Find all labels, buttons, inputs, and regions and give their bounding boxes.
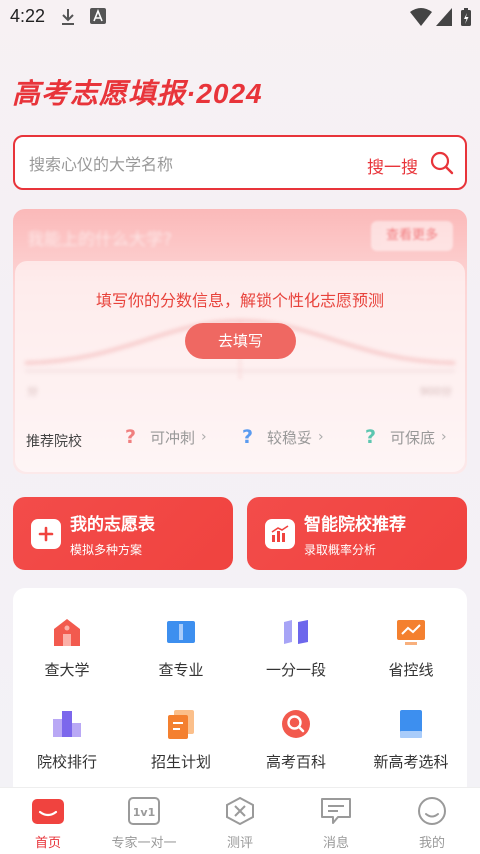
signal-icon	[436, 8, 452, 26]
nav-label: 我的	[418, 836, 445, 851]
book-icon	[167, 621, 195, 643]
nav-label: 测评	[226, 836, 253, 851]
bottom-nav: 首页 1v1 专家一对一 测评 消息 我的	[0, 787, 480, 854]
smart-recommend-button[interactable]: 智能院校推荐 录取概率分析	[247, 497, 467, 570]
grid-item-major[interactable]: 查专业	[131, 615, 231, 680]
grid-label: 院校排行	[36, 753, 97, 771]
plan-document-icon	[168, 710, 194, 739]
grid-label: 一分一段	[265, 661, 326, 679]
nav-home[interactable]: 首页	[0, 796, 96, 851]
chart-right-label: 900分	[420, 385, 452, 398]
status-bar: 4:22	[0, 0, 480, 34]
question-icon: ?	[242, 426, 254, 448]
grid-item-university[interactable]: 查大学	[17, 615, 117, 680]
grid-item-enrollment-plan[interactable]: 招生计划	[131, 707, 231, 772]
prediction-card-header: 我能上的什么大学?	[27, 230, 173, 250]
search-input[interactable]	[29, 153, 329, 175]
grid-label: 新高考选科	[373, 753, 449, 771]
grid-label: 省控线	[388, 661, 434, 679]
expert-1v1-icon: 1v1	[128, 797, 160, 825]
recommend-safe-label: 较稳妥	[267, 428, 313, 447]
chevron-right-icon: ›	[201, 429, 207, 445]
grid-item-control-line[interactable]: 省控线	[361, 615, 461, 680]
recommend-reach-label: 可冲刺	[150, 428, 196, 447]
home-icon	[32, 799, 64, 824]
score-segment-icon	[284, 620, 308, 644]
chart-left-label: 分	[27, 385, 38, 398]
grid-item-ranking[interactable]: 院校排行	[17, 707, 117, 772]
search-button[interactable]: 搜一搜	[367, 153, 418, 178]
nav-expert[interactable]: 1v1 专家一对一	[96, 796, 192, 851]
recommend-row: 推荐院校 ? 可冲刺 › ? 较稳妥 › ? 可保底 ›	[13, 426, 467, 454]
status-time: 4:22	[10, 6, 46, 26]
grid-item-score-segment[interactable]: 一分一段	[246, 615, 346, 680]
go-fill-button[interactable]: 去填写	[185, 323, 296, 359]
subject-select-icon	[400, 710, 422, 738]
nav-profile[interactable]: 我的	[384, 796, 480, 851]
recommend-fallback-label: 可保底	[390, 428, 436, 447]
download-icon	[62, 9, 74, 25]
nav-assessment[interactable]: 测评	[192, 796, 288, 851]
page-title: 高考志愿填报·2024	[12, 78, 263, 109]
bar-chart-icon	[265, 519, 295, 549]
chevron-right-icon: ›	[318, 429, 324, 445]
my-application-subtitle: 模拟多种方案	[70, 543, 143, 557]
recommend-safe[interactable]: ? 较稳妥 ›	[242, 426, 324, 448]
add-file-icon	[31, 519, 61, 549]
grid-item-encyclopedia[interactable]: 高考百科	[246, 707, 346, 772]
ranking-icon	[53, 711, 81, 737]
fill-hint-text: 填写你的分数信息，解锁个性化志愿预测	[95, 291, 384, 310]
grid-label: 招生计划	[150, 753, 211, 771]
app-notification-icon	[90, 8, 106, 24]
prediction-card-more: 查看更多	[371, 221, 453, 251]
grid-label: 高考百科	[265, 753, 326, 771]
university-icon	[54, 619, 80, 646]
question-icon: ?	[125, 426, 137, 448]
grid-label: 查大学	[44, 661, 90, 679]
grid-item-subject-select[interactable]: 新高考选科	[361, 707, 461, 772]
my-application-table-button[interactable]: 我的志愿表 模拟多种方案	[13, 497, 233, 570]
smart-recommend-title: 智能院校推荐	[304, 515, 406, 535]
grid-label: 查专业	[158, 661, 204, 679]
nav-label: 消息	[322, 836, 349, 851]
svg-text:1v1: 1v1	[133, 806, 155, 819]
encyclopedia-search-icon	[282, 710, 310, 738]
recommend-label: 推荐院校	[26, 434, 82, 450]
message-icon	[321, 798, 351, 824]
nav-messages[interactable]: 消息	[288, 796, 384, 851]
my-application-title: 我的志愿表	[70, 515, 155, 535]
profile-icon	[418, 797, 446, 825]
smart-recommend-subtitle: 录取概率分析	[304, 543, 377, 557]
question-icon: ?	[365, 426, 377, 448]
nav-label: 首页	[34, 836, 61, 851]
feature-grid: 查大学 查专业 一分一段 省控线 院校排行 招生计划 高考百科 新高考选科	[13, 588, 467, 798]
chevron-right-icon: ›	[441, 429, 447, 445]
search-icon[interactable]	[430, 151, 454, 175]
nav-label: 专家一对一	[111, 836, 177, 851]
recommend-reach[interactable]: ? 可冲刺 ›	[125, 426, 207, 448]
recommend-fallback[interactable]: ? 可保底 ›	[365, 426, 447, 448]
battery-icon	[461, 8, 471, 26]
trend-monitor-icon	[397, 620, 425, 645]
wifi-icon	[410, 8, 432, 26]
search-bar[interactable]: 搜一搜	[13, 135, 467, 190]
assessment-icon	[226, 796, 254, 826]
